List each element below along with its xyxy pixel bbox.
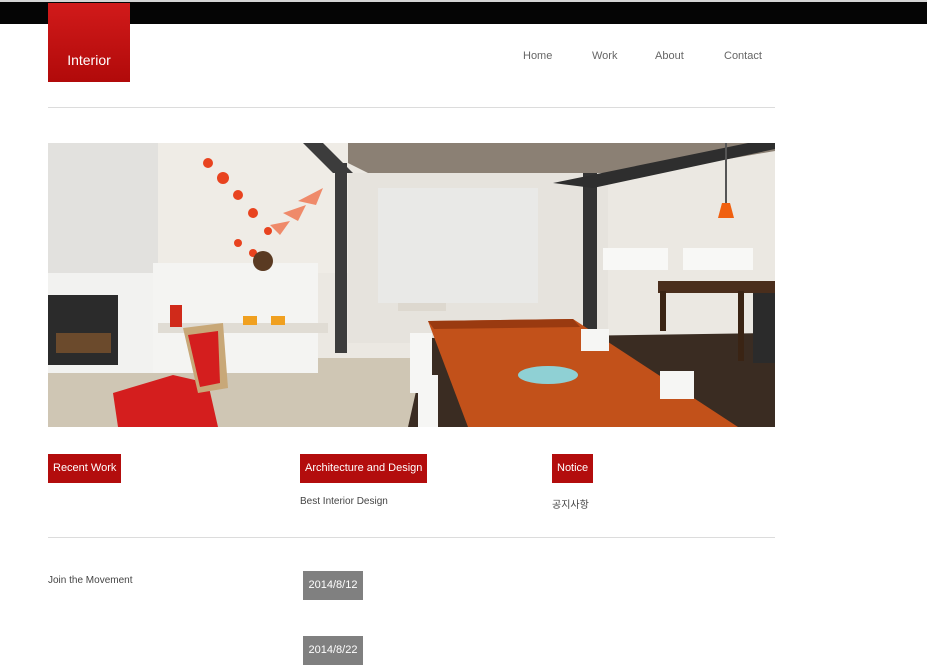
nav-contact[interactable]: Contact [724, 50, 762, 62]
header-divider [48, 107, 775, 108]
logo-text: Interior [67, 52, 111, 68]
nav-about[interactable]: About [655, 50, 684, 62]
content-divider [48, 537, 775, 538]
recent-work-badge: Recent Work [48, 454, 122, 483]
notice-text[interactable]: 공지사항 [552, 496, 589, 511]
notice-badge: Notice [552, 454, 594, 483]
date-label: 2014/8/12 [308, 579, 358, 591]
architecture-design-title: Architecture and Design [305, 462, 423, 474]
architecture-design-text[interactable]: Best Interior Design [300, 496, 388, 507]
logo[interactable]: Interior [48, 3, 130, 82]
notice-title: Notice [557, 462, 589, 474]
architecture-design-badge: Architecture and Design [300, 454, 428, 483]
feed-headline[interactable]: Join the Movement [48, 575, 133, 586]
recent-work-title: Recent Work [53, 462, 117, 474]
top-bar [0, 0, 927, 24]
nav-work[interactable]: Work [592, 50, 617, 62]
date-box: 2014/8/22 [303, 636, 363, 665]
hero-image [48, 143, 775, 427]
date-box: 2014/8/12 [303, 571, 363, 600]
nav-home[interactable]: Home [523, 50, 552, 62]
date-label: 2014/8/22 [308, 644, 358, 656]
